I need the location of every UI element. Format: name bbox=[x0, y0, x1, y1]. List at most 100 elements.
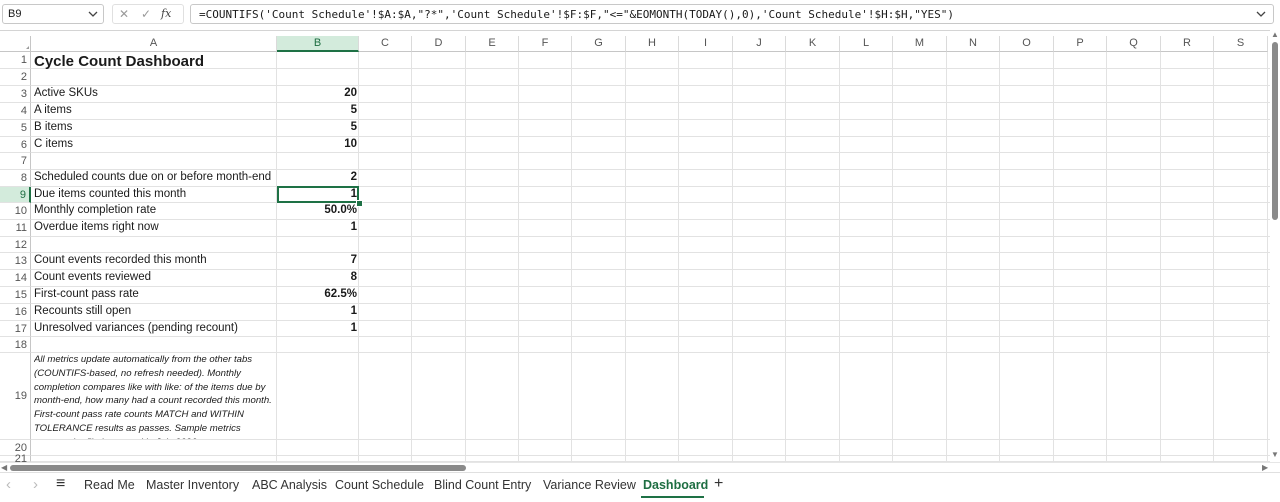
metric-value[interactable]: 2 bbox=[280, 171, 357, 183]
row-header-4[interactable]: 4 bbox=[0, 103, 31, 120]
metric-label[interactable]: Count events reviewed bbox=[34, 271, 151, 283]
scroll-right-icon[interactable]: ▶ bbox=[1262, 463, 1268, 472]
metric-label[interactable]: Overdue items right now bbox=[34, 221, 159, 233]
metric-label[interactable]: B items bbox=[34, 121, 72, 133]
column-gridline bbox=[276, 52, 277, 462]
column-gridline bbox=[1106, 52, 1107, 462]
row-header-2[interactable]: 2 bbox=[0, 69, 31, 86]
metric-label[interactable]: Active SKUs bbox=[34, 87, 98, 99]
row-header-11[interactable]: 11 bbox=[0, 220, 31, 237]
row-header-16[interactable]: 16 bbox=[0, 304, 31, 321]
metric-value[interactable]: 62.5% bbox=[280, 288, 357, 300]
formula-input[interactable]: =COUNTIFS('Count Schedule'!$A:$A,"?*",'C… bbox=[190, 4, 1274, 24]
metric-label[interactable]: C items bbox=[34, 138, 73, 150]
scroll-down-icon[interactable]: ▼ bbox=[1271, 450, 1279, 459]
row-header-5[interactable]: 5 bbox=[0, 120, 31, 137]
column-header-f[interactable]: F bbox=[519, 36, 572, 52]
notes-cell[interactable]: All metrics update automatically from th… bbox=[34, 353, 274, 439]
row-header-15[interactable]: 15 bbox=[0, 287, 31, 304]
row-header-7[interactable]: 7 bbox=[0, 153, 31, 170]
metric-value[interactable]: 7 bbox=[280, 254, 357, 266]
row-header-12[interactable]: 12 bbox=[0, 237, 31, 253]
row-header-8[interactable]: 8 bbox=[0, 170, 31, 187]
row-header-10[interactable]: 10 bbox=[0, 203, 31, 220]
column-header-c[interactable]: C bbox=[359, 36, 412, 52]
vertical-scrollbar[interactable]: ▲ ▼ bbox=[1270, 30, 1280, 462]
metric-value[interactable]: 8 bbox=[280, 271, 357, 283]
column-header-q[interactable]: Q bbox=[1107, 36, 1161, 52]
column-header-s[interactable]: S bbox=[1214, 36, 1268, 52]
column-header-g[interactable]: G bbox=[572, 36, 626, 52]
row-gridline bbox=[31, 303, 1272, 304]
metric-label[interactable]: Unresolved variances (pending recount) bbox=[34, 322, 238, 334]
metric-label[interactable]: Scheduled counts due on or before month-… bbox=[34, 171, 271, 183]
all-sheets-menu-icon[interactable]: ≡ bbox=[56, 475, 65, 493]
tab-read-me[interactable]: Read Me bbox=[84, 478, 135, 492]
row-header-13[interactable]: 13 bbox=[0, 253, 31, 270]
chevron-down-icon[interactable] bbox=[87, 7, 99, 24]
selected-cell-b9[interactable] bbox=[277, 186, 359, 203]
row-header-18[interactable]: 18 bbox=[0, 337, 31, 353]
metric-label[interactable]: A items bbox=[34, 104, 72, 116]
row-header-17[interactable]: 17 bbox=[0, 321, 31, 337]
tab-variance-review[interactable]: Variance Review bbox=[543, 478, 636, 492]
metric-value[interactable]: 1 bbox=[280, 305, 357, 317]
row-gridline bbox=[31, 136, 1272, 137]
tab-count-schedule[interactable]: Count Schedule bbox=[335, 478, 424, 492]
metric-value[interactable]: 10 bbox=[280, 138, 357, 150]
column-header-i[interactable]: I bbox=[679, 36, 733, 52]
scroll-left-icon[interactable]: ◀ bbox=[1, 463, 7, 472]
row-gridline bbox=[31, 102, 1272, 103]
column-header-m[interactable]: M bbox=[893, 36, 947, 52]
metric-value[interactable]: 1 bbox=[280, 221, 357, 233]
column-header-p[interactable]: P bbox=[1054, 36, 1107, 52]
column-header-r[interactable]: R bbox=[1161, 36, 1214, 52]
tab-prev-icon[interactable]: ‹ bbox=[6, 476, 11, 493]
tab-blind-count-entry[interactable]: Blind Count Entry bbox=[434, 478, 531, 492]
tab-master-inventory[interactable]: Master Inventory bbox=[146, 478, 239, 492]
row-gridline bbox=[31, 252, 1272, 253]
dashboard-title[interactable]: Cycle Count Dashboard bbox=[34, 53, 204, 70]
fx-icon[interactable]: fx bbox=[161, 7, 171, 20]
column-header-l[interactable]: L bbox=[840, 36, 893, 52]
row-header-1[interactable]: 1 bbox=[0, 52, 31, 69]
column-header-j[interactable]: J bbox=[733, 36, 786, 52]
metric-value[interactable]: 5 bbox=[280, 121, 357, 133]
metric-value[interactable]: 5 bbox=[280, 104, 357, 116]
cancel-icon[interactable]: ✕ bbox=[119, 7, 129, 21]
column-header-k[interactable]: K bbox=[786, 36, 840, 52]
column-header-a[interactable]: A bbox=[31, 36, 277, 52]
metric-label[interactable]: Recounts still open bbox=[34, 305, 131, 317]
column-header-e[interactable]: E bbox=[466, 36, 519, 52]
column-header-d[interactable]: D bbox=[412, 36, 466, 52]
metric-label[interactable]: Monthly completion rate bbox=[34, 204, 156, 216]
column-header-b[interactable]: B bbox=[277, 36, 359, 52]
row-header-14[interactable]: 14 bbox=[0, 270, 31, 287]
metric-label[interactable]: Due items counted this month bbox=[34, 188, 186, 200]
enter-icon[interactable]: ✓ bbox=[141, 7, 151, 21]
row-header-6[interactable]: 6 bbox=[0, 137, 31, 153]
horizontal-scroll-thumb[interactable] bbox=[10, 465, 466, 471]
select-all-corner[interactable] bbox=[0, 36, 31, 52]
metric-label[interactable]: Count events recorded this month bbox=[34, 254, 207, 266]
metric-value[interactable]: 20 bbox=[280, 87, 357, 99]
metric-label[interactable]: First-count pass rate bbox=[34, 288, 139, 300]
tab-next-icon[interactable]: › bbox=[33, 476, 38, 493]
tab-dashboard[interactable]: Dashboard bbox=[643, 478, 708, 492]
scroll-up-icon[interactable]: ▲ bbox=[1271, 30, 1279, 39]
name-box[interactable]: B9 bbox=[2, 4, 104, 24]
fill-handle[interactable] bbox=[356, 200, 363, 207]
tab-abc-analysis[interactable]: ABC Analysis bbox=[252, 478, 327, 492]
row-header-3[interactable]: 3 bbox=[0, 86, 31, 103]
row-header-19[interactable]: 19 bbox=[0, 353, 31, 440]
metric-value[interactable]: 50.0% bbox=[280, 204, 357, 216]
metric-value[interactable]: 1 bbox=[280, 322, 357, 334]
column-header-h[interactable]: H bbox=[626, 36, 679, 52]
column-gridline bbox=[892, 52, 893, 462]
add-sheet-icon[interactable]: + bbox=[714, 475, 723, 493]
expand-formula-icon[interactable] bbox=[1255, 7, 1267, 24]
column-header-o[interactable]: O bbox=[1000, 36, 1054, 52]
row-header-9[interactable]: 9 bbox=[0, 187, 31, 203]
vertical-scroll-thumb[interactable] bbox=[1272, 42, 1278, 220]
column-header-n[interactable]: N bbox=[947, 36, 1000, 52]
